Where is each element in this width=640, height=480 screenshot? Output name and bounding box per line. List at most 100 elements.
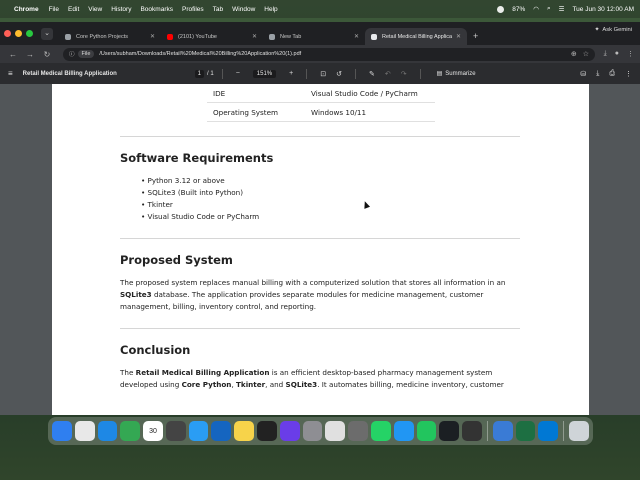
control-center-icon[interactable]: ☰	[559, 5, 565, 13]
table-cell-value: Windows 10/11	[311, 107, 367, 117]
menu-tab[interactable]: Tab	[213, 6, 223, 13]
download-icon[interactable]: ⤓	[604, 50, 607, 58]
rotate-icon[interactable]: ↺	[336, 70, 342, 78]
chrome-icon[interactable]	[120, 421, 141, 441]
tab-title: (2101) YouTube	[178, 33, 217, 40]
vscode-icon[interactable]	[393, 421, 414, 441]
profile-avatar[interactable]: ●	[615, 50, 619, 58]
quicktime-icon[interactable]	[188, 421, 209, 441]
pdf-icon	[371, 33, 377, 40]
close-tab-icon[interactable]: ✕	[150, 33, 155, 40]
more-menu-icon[interactable]: ⋮	[627, 50, 634, 58]
section-divider	[120, 238, 520, 239]
zoom-window-button[interactable]	[26, 30, 33, 37]
summarize-icon: ▤	[436, 71, 443, 77]
pdf-viewer[interactable]: IDE Visual Studio Code / PyCharm Operati…	[0, 84, 640, 415]
pdf-title: Retail Medical Billing Application	[22, 70, 117, 77]
list-item: • Python 3.12 or above	[141, 176, 225, 185]
pycharm-icon[interactable]	[416, 421, 437, 441]
download-pdf-icon[interactable]: ⤓	[596, 70, 599, 78]
settings-icon[interactable]	[302, 421, 323, 441]
window-controls	[4, 22, 33, 45]
divider	[354, 68, 356, 79]
back-icon[interactable]: ←	[6, 50, 20, 59]
summarize-label: Summarize	[445, 70, 476, 77]
zoom-level-input[interactable]: 151%	[252, 69, 277, 78]
trash-icon[interactable]	[569, 421, 589, 441]
camera-icon[interactable]	[165, 421, 186, 441]
script-editor-icon[interactable]	[325, 421, 346, 441]
ask-gemini-button[interactable]: ✦ Ask Gemini	[595, 27, 633, 33]
menu-profiles[interactable]: Profiles	[182, 6, 204, 13]
finder-alt-icon[interactable]	[211, 421, 232, 441]
save-to-drive-icon[interactable]: ⛁	[580, 70, 586, 78]
preview-icon[interactable]	[492, 421, 513, 441]
finder-icon[interactable]	[52, 421, 72, 441]
menu-window[interactable]: Window	[232, 6, 255, 13]
minimize-window-button[interactable]	[15, 30, 22, 37]
close-tab-icon[interactable]: ✕	[456, 33, 461, 40]
notes-icon[interactable]	[234, 421, 255, 441]
github-icon[interactable]	[439, 421, 460, 441]
tab-retail-medical[interactable]: Retail Medical Billing Applica ✕	[365, 28, 467, 45]
tab-new-tab[interactable]: New Tab ✕	[263, 28, 365, 45]
page-number-input[interactable]: 1	[194, 69, 205, 78]
tab-core-python[interactable]: Core Python Projects ✕	[59, 28, 161, 45]
close-window-button[interactable]	[4, 30, 11, 37]
browser-window: ⌄ Core Python Projects ✕ (2101) YouTube …	[0, 22, 640, 415]
table-cell-key: Operating System	[213, 107, 279, 117]
pdf-more-icon[interactable]: ⋮	[625, 70, 632, 78]
menu-bookmarks[interactable]: Bookmarks	[140, 6, 173, 13]
battery-percent[interactable]: 87%	[512, 6, 525, 13]
safari-icon[interactable]	[97, 421, 118, 441]
launchpad-icon[interactable]	[74, 421, 95, 441]
zoom-icon[interactable]: ⊕	[571, 50, 577, 58]
excel-icon[interactable]	[515, 421, 536, 441]
summarize-button[interactable]: ▤ Summarize	[436, 70, 476, 78]
dock: 30	[48, 417, 593, 445]
menu-file[interactable]: File	[49, 6, 59, 13]
zoom-in-icon[interactable]: +	[289, 70, 293, 77]
imovie-icon[interactable]	[279, 421, 300, 441]
whatsapp-icon[interactable]	[370, 421, 391, 441]
menu-app-name[interactable]: Chrome	[14, 6, 39, 13]
close-tab-icon[interactable]: ✕	[354, 33, 359, 40]
proposed-heading: Proposed System	[120, 253, 233, 267]
menu-bar: Chrome File Edit View History Bookmarks …	[0, 0, 640, 18]
wifi-icon[interactable]: ◠	[533, 5, 539, 13]
zoom-out-icon[interactable]: −	[236, 70, 240, 77]
menu-view[interactable]: View	[88, 6, 102, 13]
redo-icon[interactable]: ↷	[401, 70, 407, 78]
ask-gemini-label: Ask Gemini	[602, 27, 632, 33]
reload-icon[interactable]: ↻	[40, 50, 54, 59]
search-icon[interactable]: ⌕	[547, 5, 551, 13]
sparkle-icon: ✦	[594, 27, 600, 33]
info-icon[interactable]: ⓘ	[69, 50, 75, 58]
tab-search-button[interactable]: ⌄	[41, 28, 53, 40]
menubar-clock[interactable]: Tue Jun 30 12:00 AM	[572, 6, 634, 13]
status-icon[interactable]	[497, 5, 505, 13]
annotate-icon[interactable]: ✎	[369, 70, 375, 78]
address-bar[interactable]: ⓘ File /Users/subham/Downloads/Retail%20…	[63, 47, 595, 61]
close-tab-icon[interactable]: ✕	[252, 33, 257, 40]
terminal-icon[interactable]	[257, 421, 277, 441]
sqlite-icon[interactable]	[348, 421, 368, 441]
tab-youtube[interactable]: (2101) YouTube ✕	[161, 28, 263, 45]
print-icon[interactable]: ⎙	[609, 70, 615, 78]
undo-icon[interactable]: ↶	[385, 70, 391, 78]
menu-history[interactable]: History	[111, 6, 131, 13]
menu-edit[interactable]: Edit	[68, 6, 79, 13]
cube-icon[interactable]	[462, 421, 482, 441]
fit-page-icon[interactable]: ⊡	[320, 70, 326, 78]
bookmark-star-icon[interactable]: ☆	[583, 50, 589, 58]
new-tab-button[interactable]: +	[473, 31, 478, 41]
menu-help[interactable]: Help	[264, 6, 277, 13]
software-heading: Software Requirements	[120, 151, 274, 165]
forward-icon[interactable]: →	[23, 50, 37, 59]
list-item: • Visual Studio Code or PyCharm	[141, 212, 260, 221]
youtube-icon	[167, 33, 173, 40]
calendar-icon[interactable]: 30	[143, 421, 163, 441]
vscode-alt-icon[interactable]	[538, 421, 559, 441]
sidebar-menu-icon[interactable]: ≡	[8, 69, 13, 78]
url-text[interactable]: /Users/subham/Downloads/Retail%20Medical…	[99, 51, 564, 57]
